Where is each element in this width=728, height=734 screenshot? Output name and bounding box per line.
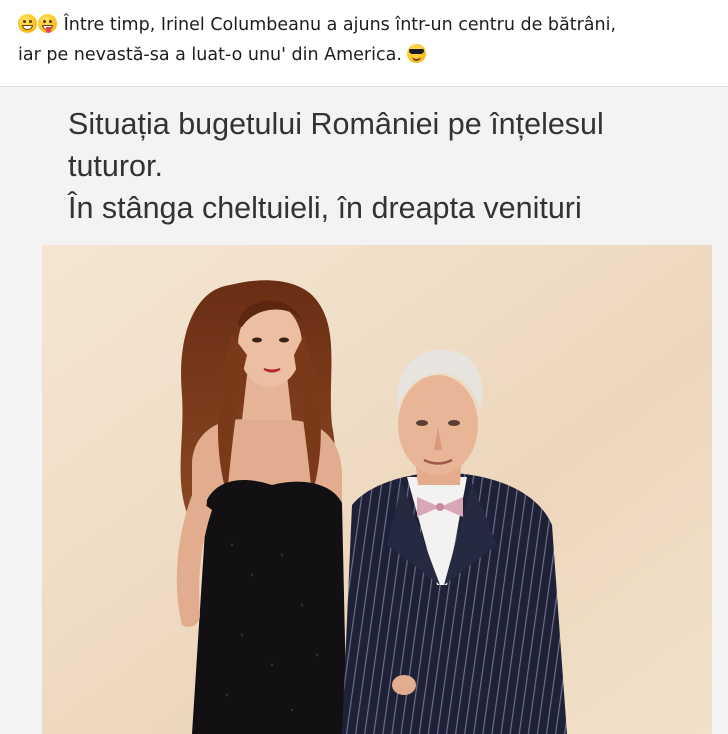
sunglasses-face-icon — [407, 44, 427, 63]
photo-illustration — [42, 245, 712, 734]
man-face — [398, 375, 478, 475]
meme-caption-line-1: Situația bugetului României pe înțelesul — [68, 107, 604, 141]
facebook-post: Între timp, Irinel Columbeanu a ajuns în… — [0, 0, 728, 734]
post-text: Între timp, Irinel Columbeanu a ajuns în… — [18, 10, 723, 70]
post-text-line-1: Între timp, Irinel Columbeanu a ajuns în… — [18, 10, 723, 40]
post-text-line-1-content: Între timp, Irinel Columbeanu a ajuns în… — [63, 15, 617, 35]
meme-caption-line-2: tuturor. — [68, 149, 163, 183]
meme-photo[interactable] — [42, 245, 712, 734]
zany-face-icon — [38, 14, 57, 33]
grinning-face-icon — [18, 14, 37, 33]
meme-caption-line-3: În stânga cheltuieli, în dreapta venitur… — [68, 191, 582, 225]
woman-dress — [192, 480, 347, 734]
post-text-line-2: iar pe nevastă-sa a luat-o unu' din Amer… — [18, 40, 723, 70]
post-text-line-2-content: iar pe nevastă-sa a luat-o unu' din Amer… — [18, 45, 402, 65]
meme-caption: Situația bugetului României pe înțelesul… — [68, 103, 708, 229]
